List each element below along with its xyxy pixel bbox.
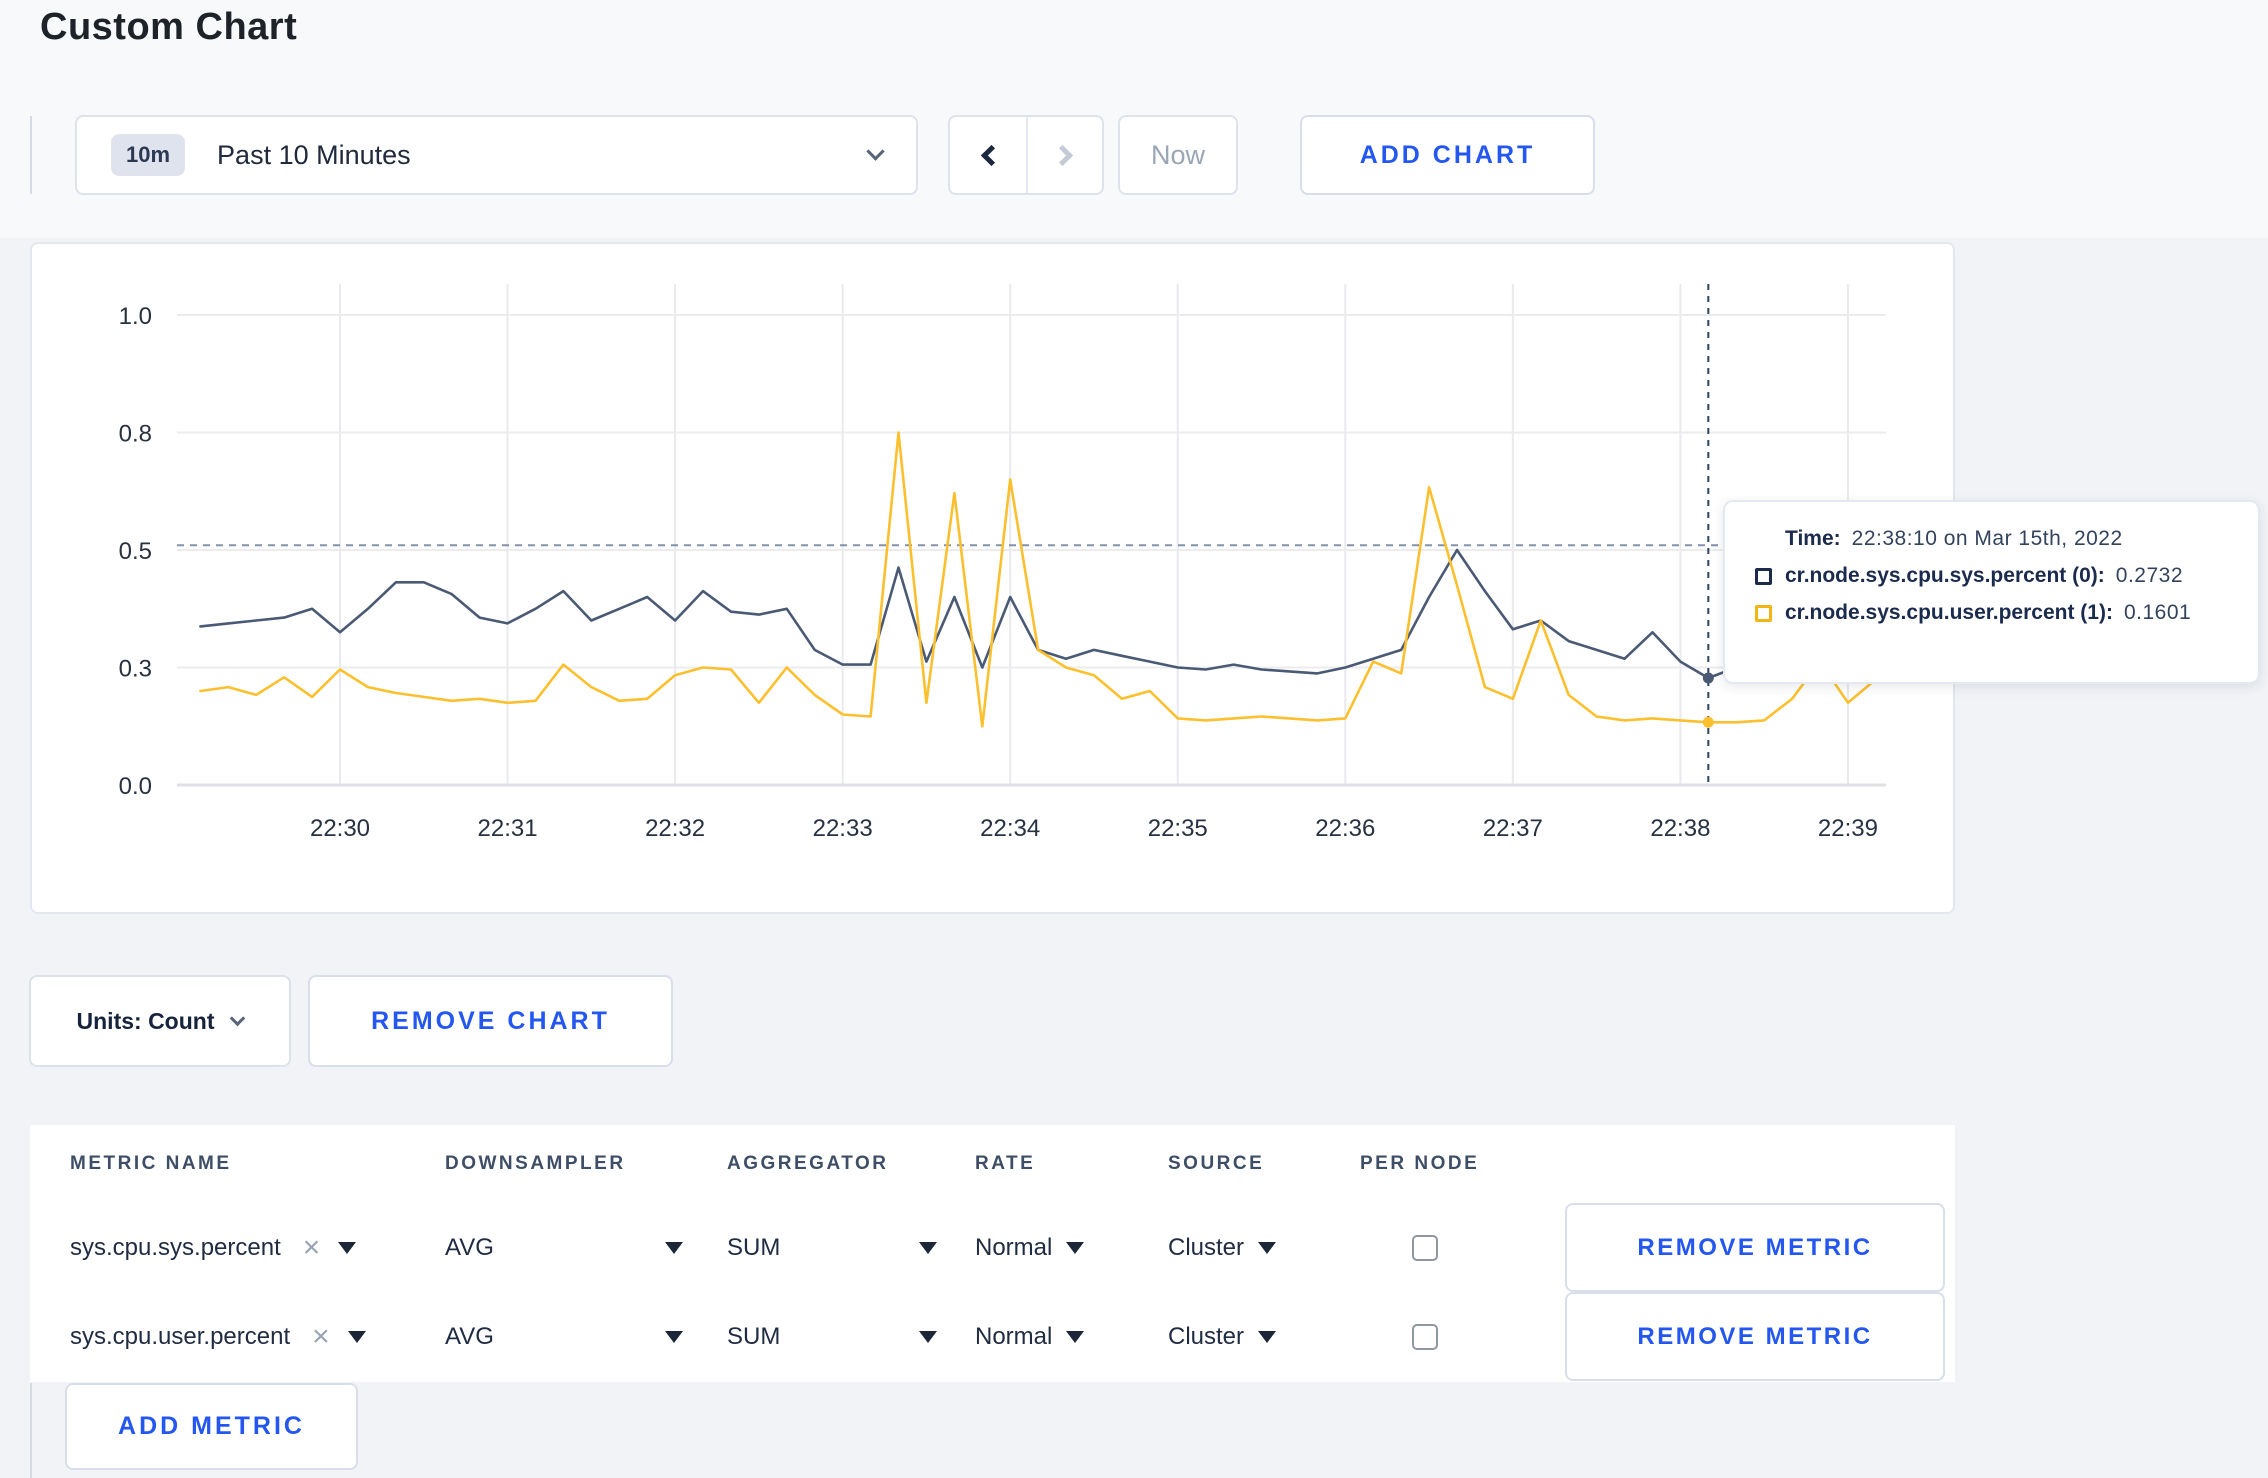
tooltip-time-row: Time: 22:38:10 on Mar 15th, 2022 [1785, 527, 2234, 551]
sys-series-swatch-icon [1755, 567, 1772, 585]
source-select[interactable]: Cluster [1168, 1322, 1277, 1351]
time-back-button[interactable] [950, 117, 1026, 193]
downsampler-select[interactable]: AVG [445, 1234, 683, 1262]
caret-down-icon [665, 1330, 683, 1343]
hover-point-dot [1702, 672, 1714, 684]
time-range-badge: 10m [111, 134, 186, 176]
aggregator-value: SUM [727, 1233, 781, 1261]
per-node-checkbox[interactable] [1412, 1323, 1438, 1350]
header-rate: RATE [975, 1153, 1036, 1174]
tooltip-series-label: cr.node.sys.cpu.user.percent (1): [1785, 601, 2113, 624]
cpu-usage-chart[interactable]: 22:30 22:31 22:32 22:33 22:34 22:35 22:36 22:37… [32, 244, 1957, 916]
x-tick-label: 22:30 [310, 815, 370, 842]
x-tick-label: 22:37 [1483, 815, 1543, 842]
y-tick-label: 1.0 [119, 303, 152, 330]
per-node-checkbox[interactable] [1412, 1234, 1438, 1261]
y-tick-label: 0.5 [119, 538, 152, 565]
rate-value: Normal [975, 1322, 1053, 1350]
remove-metric-button[interactable]: REMOVE METRIC [1565, 1292, 1945, 1381]
downsampler-value: AVG [445, 1233, 494, 1261]
toolbar-left-divider [30, 116, 32, 194]
caret-down-icon [1066, 1330, 1085, 1343]
custom-chart-page: Custom Chart 10m Past 10 Minutes Now ADD… [0, 0, 2268, 1478]
time-forward-button[interactable] [1026, 117, 1102, 193]
chart-card: 22:30 22:31 22:32 22:33 22:34 22:35 22:36 22:37… [30, 242, 1955, 914]
metric-name: sys.cpu.sys.percent [70, 1233, 281, 1261]
time-range-label: Past 10 Minutes [217, 139, 411, 170]
downsampler-value: AVG [445, 1322, 494, 1350]
remove-metric-button[interactable]: REMOVE METRIC [1565, 1203, 1945, 1292]
header-downsampler: DOWNSAMPLER [445, 1153, 626, 1174]
tooltip-series-label: cr.node.sys.cpu.sys.percent (0): [1785, 564, 2105, 587]
chevron-right-icon [1051, 144, 1073, 166]
chart-tooltip: Time: 22:38:10 on Mar 15th, 2022 cr.node… [1723, 500, 2260, 684]
caret-down-icon [1066, 1241, 1085, 1254]
y-tick-label: 0.0 [119, 773, 152, 800]
clear-metric-icon[interactable]: × [303, 1232, 321, 1263]
user-percent-line [199, 431, 1878, 728]
caret-down-icon [919, 1330, 937, 1343]
header-metric-name: METRIC NAME [70, 1153, 232, 1174]
add-metric-left-divider [30, 1383, 32, 1478]
user-series-swatch-icon [1755, 604, 1772, 622]
caret-down-icon[interactable] [347, 1330, 366, 1343]
tooltip-time-value: 22:38:10 on Mar 15th, 2022 [1851, 527, 2123, 550]
add-metric-button[interactable]: ADD METRIC [65, 1383, 358, 1470]
tooltip-series-row: cr.node.sys.cpu.user.percent (1): 0.1601 [1755, 601, 2234, 625]
rate-select[interactable]: Normal [975, 1233, 1085, 1262]
header-aggregator: AGGREGATOR [727, 1153, 889, 1174]
add-chart-button[interactable]: ADD CHART [1300, 115, 1595, 195]
aggregator-value: SUM [727, 1322, 781, 1350]
chevron-down-icon [230, 1010, 246, 1026]
now-button[interactable]: Now [1118, 115, 1238, 195]
aggregator-select[interactable]: SUM [727, 1234, 937, 1262]
x-tick-label: 22:35 [1148, 815, 1208, 842]
tooltip-time-label: Time: [1785, 527, 1841, 550]
header-source: SOURCE [1168, 1153, 1265, 1174]
rate-select[interactable]: Normal [975, 1322, 1085, 1351]
clear-metric-icon[interactable]: × [312, 1321, 330, 1352]
sys-percent-line [199, 548, 1878, 680]
caret-down-icon [665, 1241, 683, 1254]
remove-chart-button[interactable]: REMOVE CHART [308, 975, 673, 1067]
caret-down-icon [919, 1241, 937, 1254]
x-tick-label: 22:32 [645, 815, 705, 842]
chevron-left-icon [980, 144, 1002, 166]
metric-row: sys.cpu.user.percent × AVG SUM Normal Cl… [30, 1292, 1955, 1381]
x-tick-label: 22:39 [1818, 815, 1878, 842]
time-range-select[interactable]: 10m Past 10 Minutes [75, 115, 918, 195]
x-tick-label: 22:36 [1315, 815, 1375, 842]
source-value: Cluster [1168, 1233, 1245, 1261]
source-select[interactable]: Cluster [1168, 1233, 1277, 1262]
header-per-node: PER NODE [1360, 1153, 1480, 1174]
source-value: Cluster [1168, 1322, 1245, 1350]
metric-row: sys.cpu.sys.percent × AVG SUM Normal Clu… [30, 1203, 1955, 1292]
y-tick-label: 0.3 [119, 656, 152, 683]
downsampler-select[interactable]: AVG [445, 1323, 683, 1351]
metric-name: sys.cpu.user.percent [70, 1322, 291, 1350]
x-tick-label: 22:33 [813, 815, 873, 842]
page-title: Custom Chart [40, 6, 298, 48]
units-label: Units: Count [76, 1007, 215, 1034]
tooltip-series-value: 0.1601 [2123, 601, 2192, 624]
caret-down-icon[interactable] [338, 1241, 357, 1254]
x-tick-label: 22:31 [478, 815, 538, 842]
aggregator-select[interactable]: SUM [727, 1323, 937, 1351]
units-select[interactable]: Units: Count [29, 975, 291, 1067]
tooltip-series-row: cr.node.sys.cpu.sys.percent (0): 0.2732 [1755, 564, 2234, 588]
caret-down-icon [1258, 1330, 1277, 1343]
caret-down-icon [1258, 1241, 1277, 1254]
chevron-down-icon [866, 141, 885, 161]
hover-point-dot [1702, 716, 1714, 728]
x-tick-label: 22:38 [1650, 815, 1710, 842]
time-step-buttons [948, 115, 1104, 195]
metrics-table: METRIC NAME DOWNSAMPLER AGGREGATOR RATE … [30, 1125, 1955, 1382]
x-tick-label: 22:34 [980, 815, 1040, 842]
tooltip-series-value: 0.2732 [2115, 564, 2184, 587]
metrics-table-header: METRIC NAME DOWNSAMPLER AGGREGATOR RATE … [30, 1125, 1955, 1203]
rate-value: Normal [975, 1233, 1053, 1261]
y-tick-label: 0.8 [119, 421, 152, 448]
